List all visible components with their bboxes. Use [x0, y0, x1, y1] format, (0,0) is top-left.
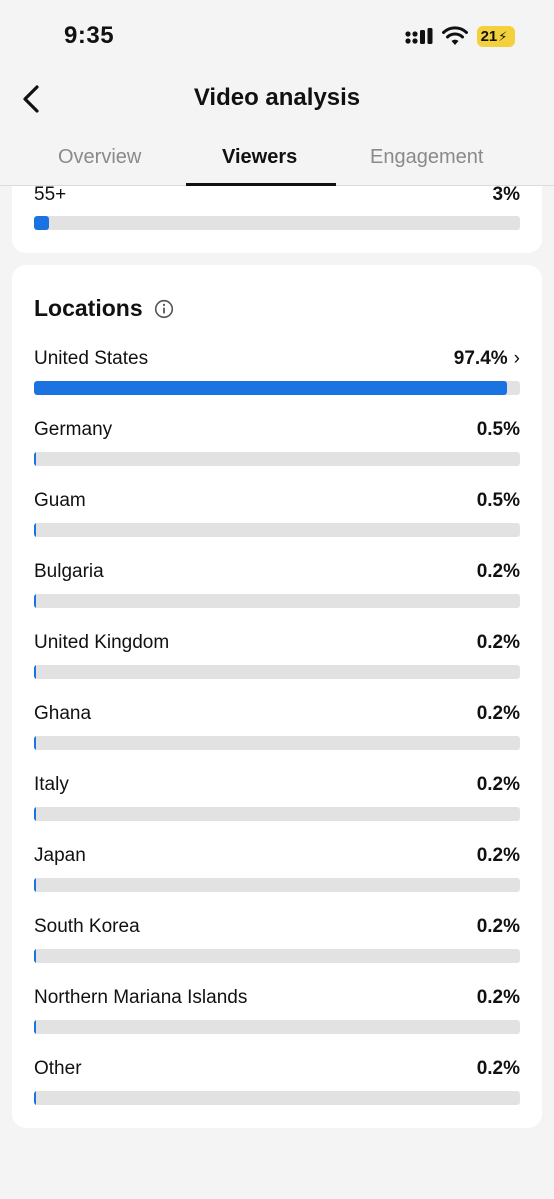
charging-bolt-icon: ⚡: [498, 28, 508, 44]
location-row-value: 0.2%: [477, 987, 520, 1009]
tab-overview[interactable]: Overview: [58, 146, 141, 169]
location-row-bar: [34, 381, 520, 395]
location-row-label: Northern Mariana Islands: [34, 987, 248, 1008]
location-row-bar-fill: [34, 949, 36, 963]
location-row-bar: [34, 1020, 520, 1034]
location-row-value-text: 0.2%: [476, 1058, 520, 1079]
location-row-bar: [34, 878, 520, 892]
location-row-label: Italy: [34, 774, 69, 795]
location-row-label: Japan: [34, 845, 86, 866]
tab-viewers[interactable]: Viewers: [222, 146, 297, 169]
location-row-bar-fill: [34, 736, 36, 750]
location-row-bar-fill: [34, 1020, 36, 1034]
location-row-value-text: 0.2%: [476, 916, 520, 937]
age-row-value: 3%: [492, 184, 520, 205]
location-row-label: Bulgaria: [34, 561, 104, 582]
status-time: 9:35: [64, 22, 115, 49]
age-card: 55+ 3%: [12, 184, 542, 253]
location-row-label: Guam: [34, 490, 86, 511]
location-row-label: Ghana: [34, 703, 92, 724]
location-row-bar-fill: [34, 452, 36, 466]
location-row-label: Germany: [34, 419, 113, 440]
location-row-value[interactable]: 97.4% ›: [454, 348, 520, 370]
location-row-value: 0.2%: [477, 1058, 520, 1080]
location-row-label: United Kingdom: [34, 632, 170, 653]
battery-icon: 21 ⚡: [477, 26, 515, 47]
location-row-label: United States: [34, 348, 149, 369]
location-row-bar-fill: [34, 381, 507, 395]
location-row-value-text: 0.5%: [476, 490, 520, 511]
location-row-bar-fill: [34, 878, 36, 892]
location-row-label: Other: [34, 1058, 82, 1079]
battery-level: 21: [480, 28, 498, 45]
nav-bar: Video analysis: [0, 72, 554, 126]
location-row-bar-fill: [34, 594, 36, 608]
location-row-value: 0.2%: [477, 845, 520, 867]
location-row-value: 0.5%: [477, 490, 520, 512]
age-row-label: 55+: [34, 184, 67, 205]
age-row-bar-fill: [34, 216, 49, 230]
age-row-bar: [34, 216, 520, 230]
page-title: Video analysis: [193, 84, 361, 111]
location-row-bar: [34, 594, 520, 608]
location-row-bar: [34, 1091, 520, 1105]
location-row-value-text: 0.2%: [476, 632, 520, 653]
wifi-icon: [442, 26, 468, 45]
location-row-value-text: 97.4%: [453, 348, 508, 369]
location-row-bar-fill: [34, 1091, 36, 1105]
info-icon[interactable]: [154, 299, 174, 319]
location-row-value-text: 0.2%: [476, 845, 520, 866]
tab-engagement[interactable]: Engagement: [370, 146, 483, 169]
location-row-bar: [34, 807, 520, 821]
location-row-value: 0.2%: [477, 703, 520, 725]
location-row-value-text: 0.2%: [476, 703, 520, 724]
location-row-label: South Korea: [34, 916, 140, 937]
location-row-bar: [34, 523, 520, 537]
status-bar: 9:35 21 ⚡: [0, 0, 554, 72]
location-row-bar: [34, 736, 520, 750]
location-row-value-text: 0.2%: [476, 987, 520, 1008]
cellular-signal-icon: [405, 28, 433, 44]
location-row-value-text: 0.2%: [476, 774, 520, 795]
location-row-value: 0.2%: [477, 916, 520, 938]
location-row-bar-fill: [34, 807, 36, 821]
tab-bar: Overview Viewers Engagement: [0, 132, 554, 186]
location-row-bar: [34, 452, 520, 466]
location-row-value: 0.2%: [477, 774, 520, 796]
location-row-bar-fill: [34, 523, 36, 537]
location-row-bar-fill: [34, 665, 36, 679]
location-row-value: 0.2%: [477, 632, 520, 654]
chevron-right-icon[interactable]: ›: [514, 348, 520, 370]
location-row-value-text: 0.5%: [476, 419, 520, 440]
location-row-bar: [34, 949, 520, 963]
locations-card: Locations United States 97.4% › Germany 0.5%…: [12, 265, 542, 1128]
location-row-value: 0.5%: [477, 419, 520, 441]
location-row-value: 0.2%: [477, 561, 520, 583]
location-row-value-text: 0.2%: [476, 561, 520, 582]
locations-title: Locations: [34, 295, 143, 321]
location-row-bar: [34, 665, 520, 679]
